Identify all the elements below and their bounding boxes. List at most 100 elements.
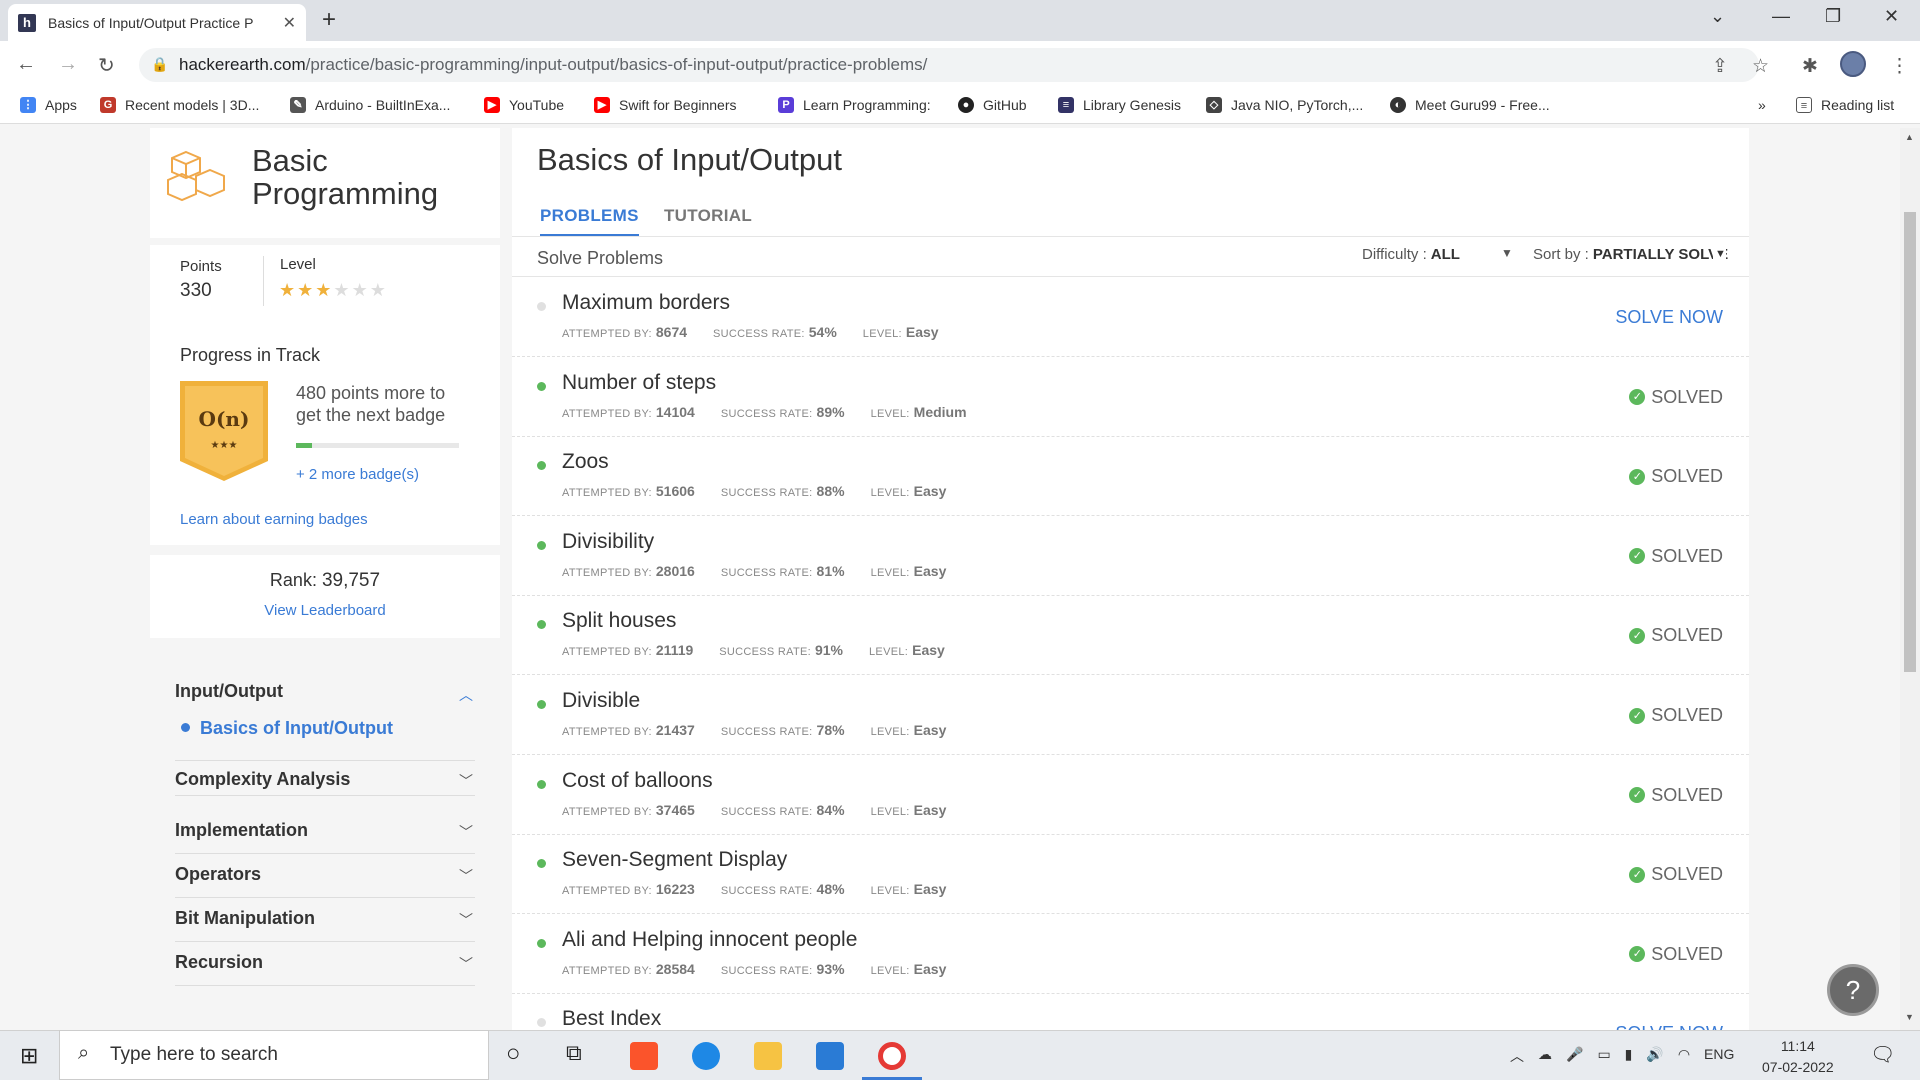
browser-tab[interactable]: h Basics of Input/Output Practice P ✕ xyxy=(8,4,306,41)
check-circle-icon: ✓ xyxy=(1629,627,1646,644)
complexity-badge-icon: O(n) ★★★ xyxy=(180,381,268,481)
notifications-icon[interactable]: 🗨 xyxy=(1870,1042,1895,1067)
problem-name[interactable]: Number of steps xyxy=(562,371,716,395)
edge-icon[interactable] xyxy=(692,1042,720,1070)
close-window-icon[interactable]: ✕ xyxy=(1884,6,1899,27)
close-tab-icon[interactable]: ✕ xyxy=(283,13,296,33)
bookmark-github[interactable]: ● GitHub xyxy=(958,97,1027,113)
bookmarks-overflow-icon[interactable]: » xyxy=(1758,97,1766,113)
onedrive-icon[interactable]: ☁ xyxy=(1538,1046,1552,1066)
mail-icon[interactable] xyxy=(816,1042,844,1070)
problem-row[interactable]: Divisibility ATTEMPTED BY: 28016 SUCCESS R… xyxy=(512,516,1749,596)
bookmark-star-icon[interactable]: ☆ xyxy=(1752,55,1769,78)
tab-divider xyxy=(512,236,1749,237)
forward-icon[interactable]: → xyxy=(58,53,78,76)
problem-name[interactable]: Seven-Segment Display xyxy=(562,848,787,872)
wifi-icon[interactable]: ◠ xyxy=(1678,1046,1690,1066)
problem-row[interactable]: Cost of balloons ATTEMPTED BY: 37465 SUCCE… xyxy=(512,755,1749,835)
problem-row[interactable]: Zoos ATTEMPTED BY: 51606 SUCCESS RATE: 88% L… xyxy=(512,436,1749,517)
problem-row[interactable]: Divisible ATTEMPTED BY: 21437 SUCCESS RATE… xyxy=(512,675,1749,755)
cortana-icon[interactable]: ○ xyxy=(506,1040,521,1068)
section-complexity[interactable]: Complexity Analysis ﹀ xyxy=(175,760,475,796)
problem-name[interactable]: Divisible xyxy=(562,689,640,713)
subitem-basics-io[interactable]: Basics of Input/Output xyxy=(181,718,393,739)
scrollbar[interactable]: ▲ ▼ xyxy=(1900,128,1920,1030)
back-icon[interactable]: ← xyxy=(16,53,36,76)
problem-row[interactable]: Ali and Helping innocent people ATTEMPTE… xyxy=(512,914,1749,994)
chevron-up-icon[interactable]: ︿ xyxy=(1510,1046,1524,1066)
menu-dots-icon[interactable]: ⋮ xyxy=(1890,55,1909,78)
address-bar[interactable]: 🔒 hackerearth.com/practice/basic-program… xyxy=(139,48,1759,82)
progress-title: Progress in Track xyxy=(180,345,321,365)
bookmark-apps[interactable]: ⋮ Apps xyxy=(20,97,77,113)
section-operators[interactable]: Operators ﹀ xyxy=(175,854,475,898)
battery-icon[interactable]: ▮ xyxy=(1625,1046,1633,1066)
more-badges-link[interactable]: + 2 more badge(s) xyxy=(296,466,419,483)
reload-icon[interactable]: ↻ xyxy=(98,53,115,78)
success-rate: 91% xyxy=(814,642,844,659)
new-tab-icon[interactable]: + xyxy=(322,6,336,34)
bookmark-arduino[interactable]: ✎ Arduino - BuiltInExa... xyxy=(290,97,450,113)
microphone-icon[interactable]: 🎤 xyxy=(1566,1046,1583,1066)
problem-row[interactable]: Number of steps ATTEMPTED BY: 14104 SUCCES… xyxy=(512,357,1749,437)
reading-list-button[interactable]: ≡ Reading list xyxy=(1796,97,1894,113)
problem-row[interactable]: Split houses ATTEMPTED BY: 21119 SUCCESS R… xyxy=(512,595,1749,676)
problem-row[interactable]: Seven-Segment Display ATTEMPTED BY: 16223… xyxy=(512,834,1749,915)
bookmark-guru99[interactable]: ◐ Meet Guru99 - Free... xyxy=(1390,97,1550,113)
problem-name[interactable]: Zoos xyxy=(562,450,609,474)
tab-tutorial[interactable]: TUTORIAL xyxy=(664,206,752,226)
minimize-icon[interactable]: — xyxy=(1772,6,1790,27)
solve-now-button[interactable]: SOLVE NOW xyxy=(1615,307,1723,328)
tab-problems[interactable]: PROBLEMS xyxy=(540,206,639,237)
restore-icon[interactable]: ❐ xyxy=(1825,6,1841,27)
clock[interactable]: 11:14 07-02-2022 xyxy=(1762,1036,1834,1078)
volume-icon[interactable]: 🔊 xyxy=(1646,1046,1663,1066)
problem-name[interactable]: Divisibility xyxy=(562,530,654,554)
display-icon[interactable]: ▭ xyxy=(1597,1046,1610,1066)
problem-name[interactable]: Split houses xyxy=(562,609,676,633)
scrollbar-thumb[interactable] xyxy=(1904,212,1916,672)
success-rate: 84% xyxy=(816,801,845,818)
learn-badges-link[interactable]: Learn about earning badges xyxy=(180,511,368,528)
problem-meta: ATTEMPTED BY: 51606 SUCCESS RATE: 88% LEVEL:… xyxy=(562,483,947,500)
share-icon[interactable]: ⇪ xyxy=(1712,55,1728,78)
file-explorer-icon[interactable] xyxy=(754,1042,782,1070)
problem-row[interactable]: Maximum borders ATTEMPTED BY: 8674 SUCCESS… xyxy=(512,277,1749,357)
language-indicator[interactable]: ENG xyxy=(1704,1046,1734,1066)
search-icon: ⌕ xyxy=(78,1042,90,1064)
caret-down-icon[interactable]: ▼ xyxy=(1713,248,1726,260)
problem-meta: ATTEMPTED BY: 14104 SUCCESS RATE: 89% LEVEL:… xyxy=(562,403,967,420)
bookmark-java-nio[interactable]: ◇ Java NIO, PyTorch,... xyxy=(1206,97,1363,113)
windows-start-icon[interactable]: ⊞ xyxy=(20,1043,38,1069)
problem-name[interactable]: Maximum borders xyxy=(562,291,730,315)
system-tray: ︿ ☁ 🎤 ▭ ▮ 🔊 ◠ ENG xyxy=(1510,1046,1734,1066)
scroll-down-icon[interactable]: ▼ xyxy=(1905,1012,1914,1022)
task-view-icon[interactable]: ⧉ xyxy=(566,1040,582,1066)
extensions-icon[interactable]: ✱ xyxy=(1802,55,1818,78)
bookmark-recent-models[interactable]: G Recent models | 3D... xyxy=(100,97,259,113)
taskbar-search-box[interactable]: ⌕ Type here to search xyxy=(59,1030,489,1080)
help-icon[interactable]: ? xyxy=(1827,964,1879,1016)
section-implementation[interactable]: Implementation ﹀ xyxy=(175,810,475,854)
rank-card: Rank: 39,757 View Leaderboard xyxy=(150,555,500,638)
scroll-up-icon[interactable]: ▲ xyxy=(1905,132,1914,142)
profile-avatar[interactable] xyxy=(1840,51,1866,77)
bookmark-youtube[interactable]: ▶ YouTube xyxy=(484,97,564,113)
bookmark-swift[interactable]: ▶ Swift for Beginners xyxy=(594,97,737,113)
chrome-icon[interactable] xyxy=(878,1042,906,1070)
difficulty-filter[interactable]: Difficulty : ALL xyxy=(1362,246,1460,263)
view-leaderboard-link[interactable]: View Leaderboard xyxy=(150,602,500,619)
problem-name[interactable]: Ali and Helping innocent people xyxy=(562,928,857,952)
caret-down-icon[interactable]: ▼ xyxy=(1501,246,1513,260)
section-bit-manipulation[interactable]: Bit Manipulation ﹀ xyxy=(175,898,475,942)
section-recursion[interactable]: Recursion ﹀ xyxy=(175,942,475,986)
sort-dropdown[interactable]: Sort by : PARTIALLY SOLVED xyxy=(1533,246,1728,263)
youtube-icon: ▶ xyxy=(484,97,500,113)
bookmark-library-genesis[interactable]: ≡ Library Genesis xyxy=(1058,97,1181,113)
brave-icon[interactable] xyxy=(630,1042,658,1070)
tab-search-chevron-icon[interactable]: ⌄ xyxy=(1710,6,1725,27)
status-dot xyxy=(537,461,546,471)
problem-name[interactable]: Cost of balloons xyxy=(562,769,713,793)
bookmark-learn-programming[interactable]: P Learn Programming: xyxy=(778,97,931,113)
problem-name[interactable]: Best Index xyxy=(562,1007,661,1031)
